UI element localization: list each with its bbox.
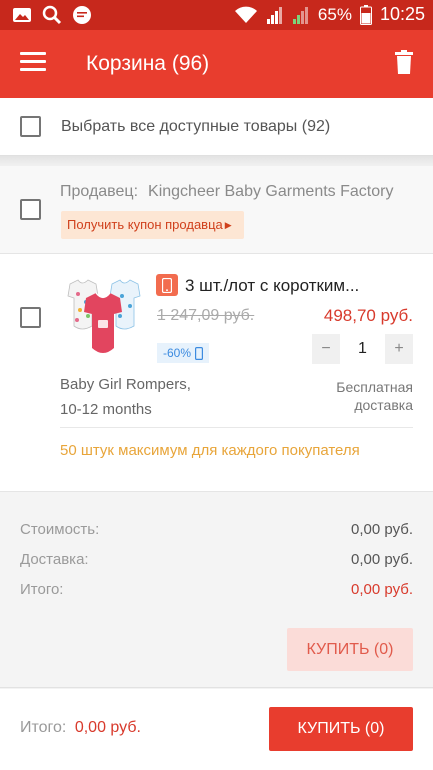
menu-icon[interactable] bbox=[20, 52, 46, 74]
current-price: 498,70 руб. bbox=[323, 306, 413, 325]
delivery-value: 0,00 руб. bbox=[351, 551, 413, 568]
shipping-info: Бесплатная доставка bbox=[336, 378, 413, 414]
battery-icon bbox=[359, 4, 372, 25]
clock: 10:25 bbox=[379, 4, 425, 24]
cost-value: 0,00 руб. bbox=[351, 521, 413, 538]
divider bbox=[60, 427, 413, 428]
select-all-checkbox[interactable] bbox=[20, 116, 41, 137]
triangle-right-icon: ▶ bbox=[224, 220, 232, 230]
variant-line-2: 10-12 months bbox=[60, 401, 152, 418]
decrease-quantity-button[interactable]: − bbox=[312, 334, 340, 364]
signal-1-icon bbox=[266, 6, 282, 24]
signal-2-icon bbox=[292, 6, 308, 24]
seller-name-text: Kingcheer Baby Garments Factory bbox=[148, 183, 394, 200]
max-quantity-note: 50 штук максимум для каждого покупателя bbox=[60, 442, 360, 459]
get-seller-coupon-button[interactable]: Получить купон продавца ▶ bbox=[61, 211, 244, 239]
mobile-phone-icon bbox=[195, 346, 204, 360]
increase-quantity-button[interactable]: + bbox=[385, 334, 413, 364]
cost-label: Стоимость: bbox=[20, 521, 100, 538]
discount-badge: -60% bbox=[157, 343, 210, 363]
select-all-row: Выбрать все доступные товары (92) bbox=[0, 98, 433, 156]
bottom-total: Итого: 0,00 руб. bbox=[20, 719, 141, 737]
status-bar: 65% 10:25 bbox=[0, 0, 433, 30]
shipping-line-2: доставка bbox=[354, 397, 413, 413]
total-row: Итого: 0,00 руб. bbox=[20, 581, 413, 598]
seller-checkbox[interactable] bbox=[20, 199, 41, 220]
product-variant: Baby Girl Rompers, 10-12 months bbox=[60, 372, 191, 422]
cart-item: 3 шт./лот с коротким... 1 247,09 руб. 49… bbox=[0, 254, 433, 492]
item-checkbox[interactable] bbox=[20, 307, 41, 328]
product-image[interactable] bbox=[60, 276, 148, 362]
select-all-label[interactable]: Выбрать все доступные товары (92) bbox=[61, 118, 330, 136]
delivery-row: Доставка: 0,00 руб. bbox=[20, 551, 413, 568]
old-price: 1 247,09 руб. bbox=[157, 307, 255, 324]
shipping-line-1: Бесплатная bbox=[336, 379, 413, 395]
image-icon bbox=[13, 8, 31, 22]
wifi-icon bbox=[234, 6, 257, 23]
bottom-total-label: Итого: bbox=[20, 719, 67, 736]
discount-value: -60% bbox=[163, 346, 192, 360]
chat-icon bbox=[73, 6, 91, 24]
quantity-stepper: − 1 + bbox=[312, 334, 413, 364]
coupon-label: Получить купон продавца bbox=[67, 217, 223, 232]
delivery-label: Доставка: bbox=[20, 551, 89, 568]
cost-row: Стоимость: 0,00 руб. bbox=[20, 521, 413, 538]
bottom-total-value: 0,00 руб. bbox=[74, 719, 141, 736]
bottom-bar: Итого: 0,00 руб. КУПИТЬ (0) bbox=[0, 689, 433, 770]
product-title[interactable]: 3 шт./лот с коротким... bbox=[185, 276, 359, 296]
quantity-value[interactable]: 1 bbox=[340, 334, 385, 364]
page-title: Корзина (96) bbox=[86, 52, 210, 75]
search-icon bbox=[42, 5, 62, 25]
seller-section: Продавец: Kingcheer Baby Garments Factory… bbox=[0, 166, 433, 254]
total-label: Итого: bbox=[20, 581, 64, 598]
section-divider bbox=[0, 156, 433, 166]
total-value: 0,00 руб. bbox=[351, 581, 413, 598]
trash-icon[interactable] bbox=[395, 50, 413, 74]
app-bar: Корзина (96) bbox=[0, 30, 433, 98]
seller-prefix: Продавец: bbox=[60, 183, 139, 200]
buy-seller-button[interactable]: КУПИТЬ (0) bbox=[287, 628, 413, 671]
battery-percent: 65% bbox=[317, 4, 352, 24]
mobile-app-icon bbox=[156, 274, 178, 296]
variant-line-1: Baby Girl Rompers, bbox=[60, 376, 191, 393]
order-summary: Стоимость: 0,00 руб. Доставка: 0,00 руб.… bbox=[0, 492, 433, 688]
buy-button[interactable]: КУПИТЬ (0) bbox=[269, 707, 413, 751]
seller-name[interactable]: Продавец: Kingcheer Baby Garments Factory bbox=[60, 183, 393, 201]
